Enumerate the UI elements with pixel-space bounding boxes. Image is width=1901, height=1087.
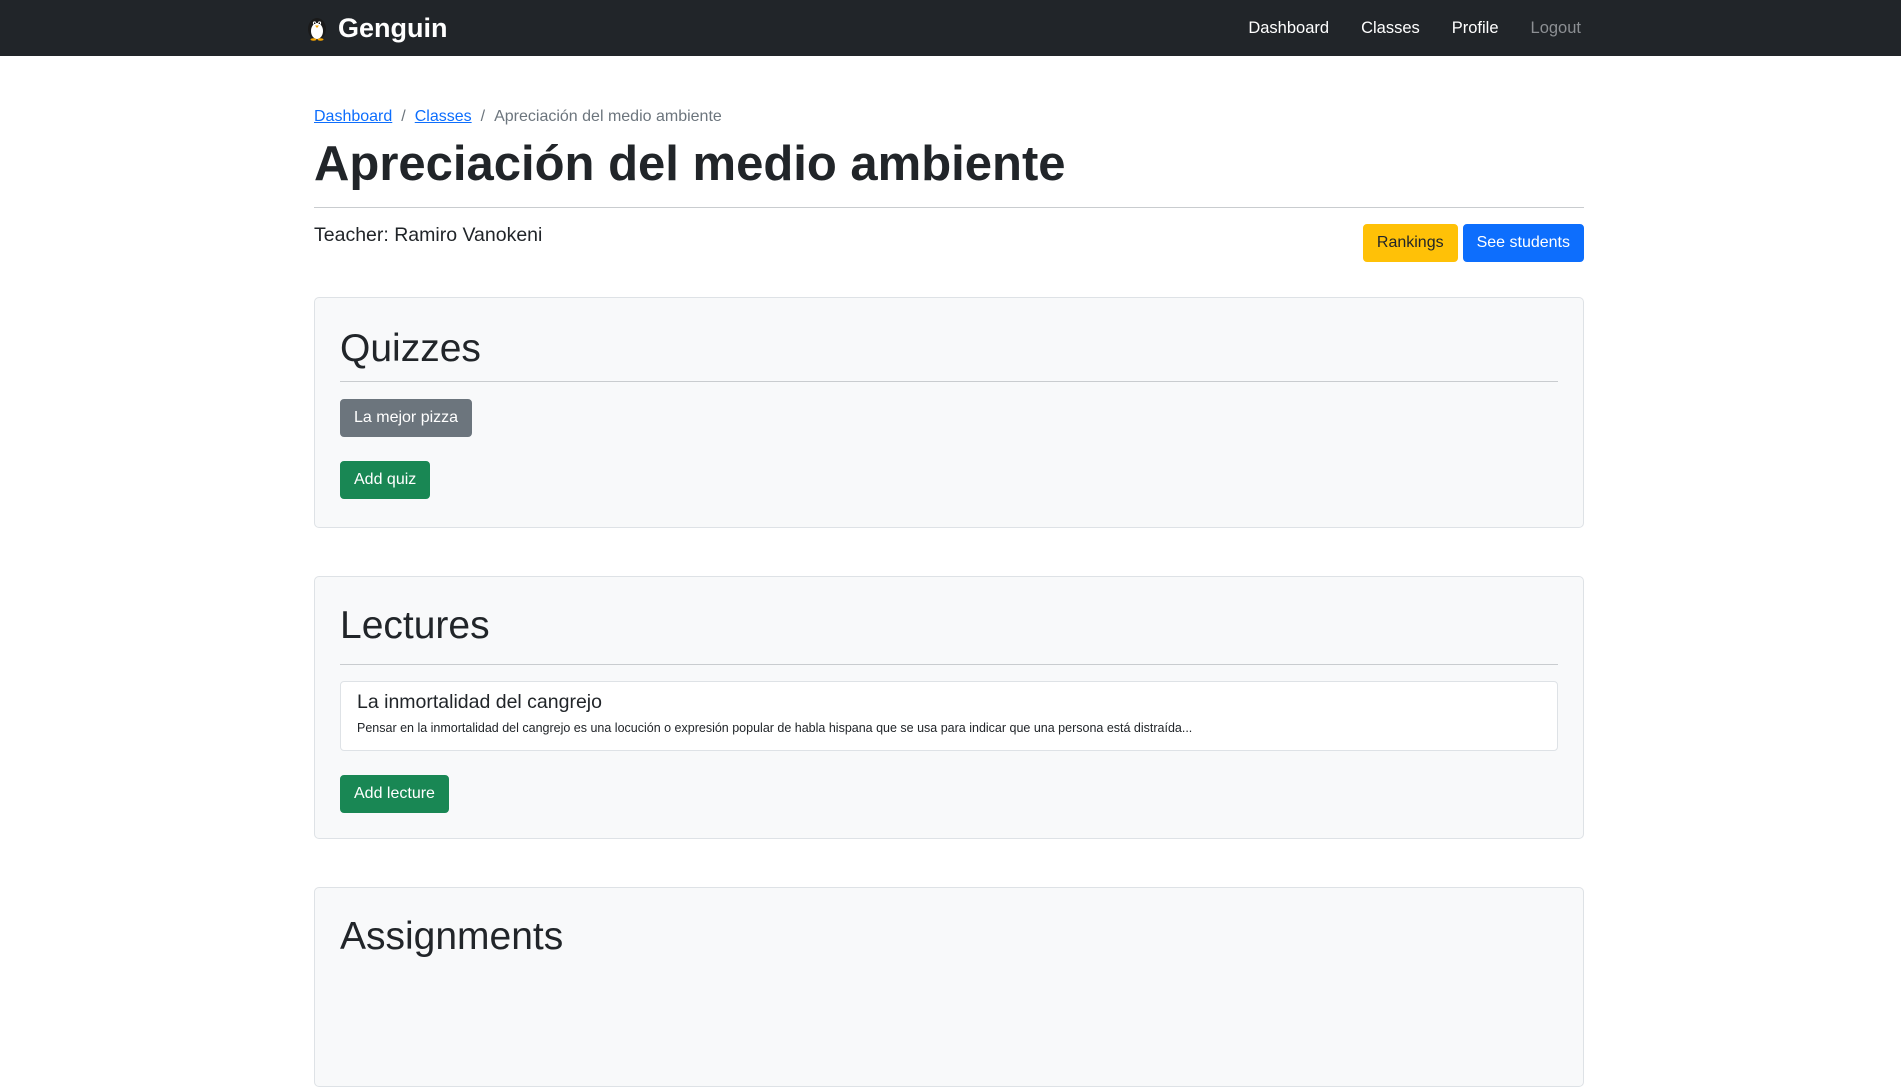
- lectures-divider: [340, 664, 1558, 665]
- quizzes-section: Quizzes La mejor pizza Add quiz: [314, 297, 1584, 528]
- lecture-title: La inmortalidad del cangrejo: [357, 691, 602, 713]
- lectures-section: Lectures La inmortalidad del cangrejo Pe…: [314, 576, 1584, 839]
- see-students-button[interactable]: See students: [1462, 224, 1584, 262]
- brand-name: Genguin: [338, 12, 448, 43]
- quizzes-heading: Quizzes: [340, 327, 481, 370]
- nav-links: Dashboard Classes Profile Logout: [1248, 0, 1581, 56]
- page-title: Apreciación del medio ambiente: [314, 137, 1066, 191]
- assignments-section: Assignments: [314, 887, 1584, 1087]
- teacher-name: Teacher: Ramiro Vanokeni: [314, 224, 543, 246]
- main-content: Dashboard / Classes / Apreciación del me…: [314, 56, 1584, 1087]
- quizzes-divider: [340, 381, 1558, 382]
- nav-link-classes[interactable]: Classes: [1361, 19, 1420, 38]
- lecture-description: Pensar en la inmortalidad del cangrejo e…: [357, 721, 1193, 736]
- class-actions: Rankings See students: [1362, 224, 1584, 262]
- brand-link[interactable]: Genguin: [306, 8, 448, 48]
- nav-link-logout[interactable]: Logout: [1531, 19, 1581, 38]
- breadcrumb-classes-link[interactable]: Classes: [415, 108, 472, 126]
- lectures-heading: Lectures: [340, 604, 490, 647]
- penguin-logo-icon: [308, 18, 326, 41]
- rankings-button[interactable]: Rankings: [1362, 224, 1458, 262]
- breadcrumb-dashboard-link[interactable]: Dashboard: [314, 108, 392, 126]
- nav-link-dashboard[interactable]: Dashboard: [1248, 19, 1329, 38]
- add-lecture-button[interactable]: Add lecture: [340, 775, 449, 813]
- teacher-row: Teacher: Ramiro Vanokeni Rankings See st…: [314, 208, 1584, 278]
- nav-link-profile[interactable]: Profile: [1452, 19, 1499, 38]
- lecture-card[interactable]: La inmortalidad del cangrejo Pensar en l…: [340, 681, 1558, 751]
- breadcrumb-separator: /: [480, 108, 486, 125]
- breadcrumb-separator: /: [401, 108, 406, 125]
- assignments-heading: Assignments: [340, 915, 564, 958]
- top-navbar: Genguin Dashboard Classes Profile Logout: [0, 0, 1901, 56]
- quiz-item-button[interactable]: La mejor pizza: [340, 399, 473, 437]
- breadcrumb-current: Apreciación del medio ambiente: [494, 108, 722, 125]
- add-quiz-button[interactable]: Add quiz: [340, 461, 431, 499]
- breadcrumb: Dashboard / Classes / Apreciación del me…: [314, 106, 1584, 128]
